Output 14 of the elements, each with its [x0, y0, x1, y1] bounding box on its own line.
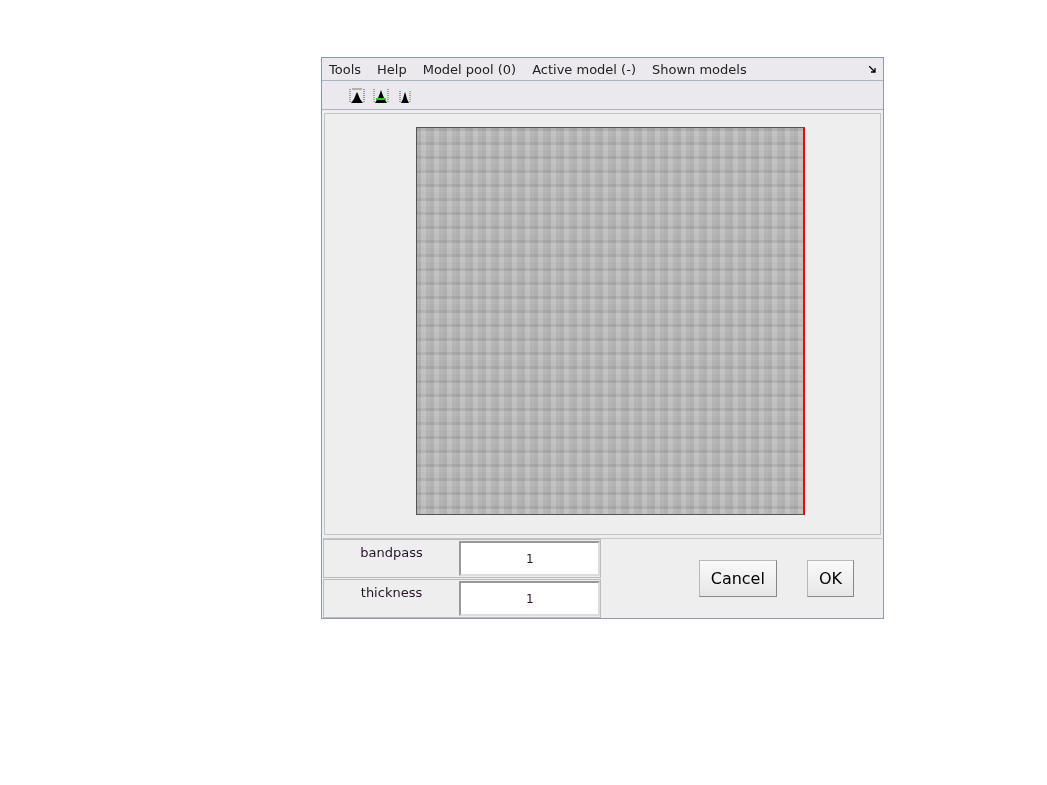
- menu-item[interactable]: Tools: [329, 61, 362, 77]
- field-label: bandpass: [359, 544, 424, 562]
- dialog-button[interactable]: Cancel: [698, 560, 777, 597]
- input-field[interactable]: 1: [459, 581, 600, 616]
- dialog-button[interactable]: OK: [806, 560, 854, 597]
- menu-item[interactable]: Help: [377, 61, 407, 77]
- menu-item[interactable]: Active model (-): [532, 61, 636, 77]
- menu-item[interactable]: Shown models: [651, 61, 747, 77]
- histogram-icon[interactable]: [373, 87, 389, 103]
- menu-item[interactable]: Model pool (0): [422, 61, 517, 77]
- resize-arrow-icon[interactable]: [869, 65, 876, 73]
- input-field[interactable]: 1: [459, 541, 600, 576]
- field-label: thickness: [359, 584, 424, 602]
- histogram-icon[interactable]: [349, 87, 365, 103]
